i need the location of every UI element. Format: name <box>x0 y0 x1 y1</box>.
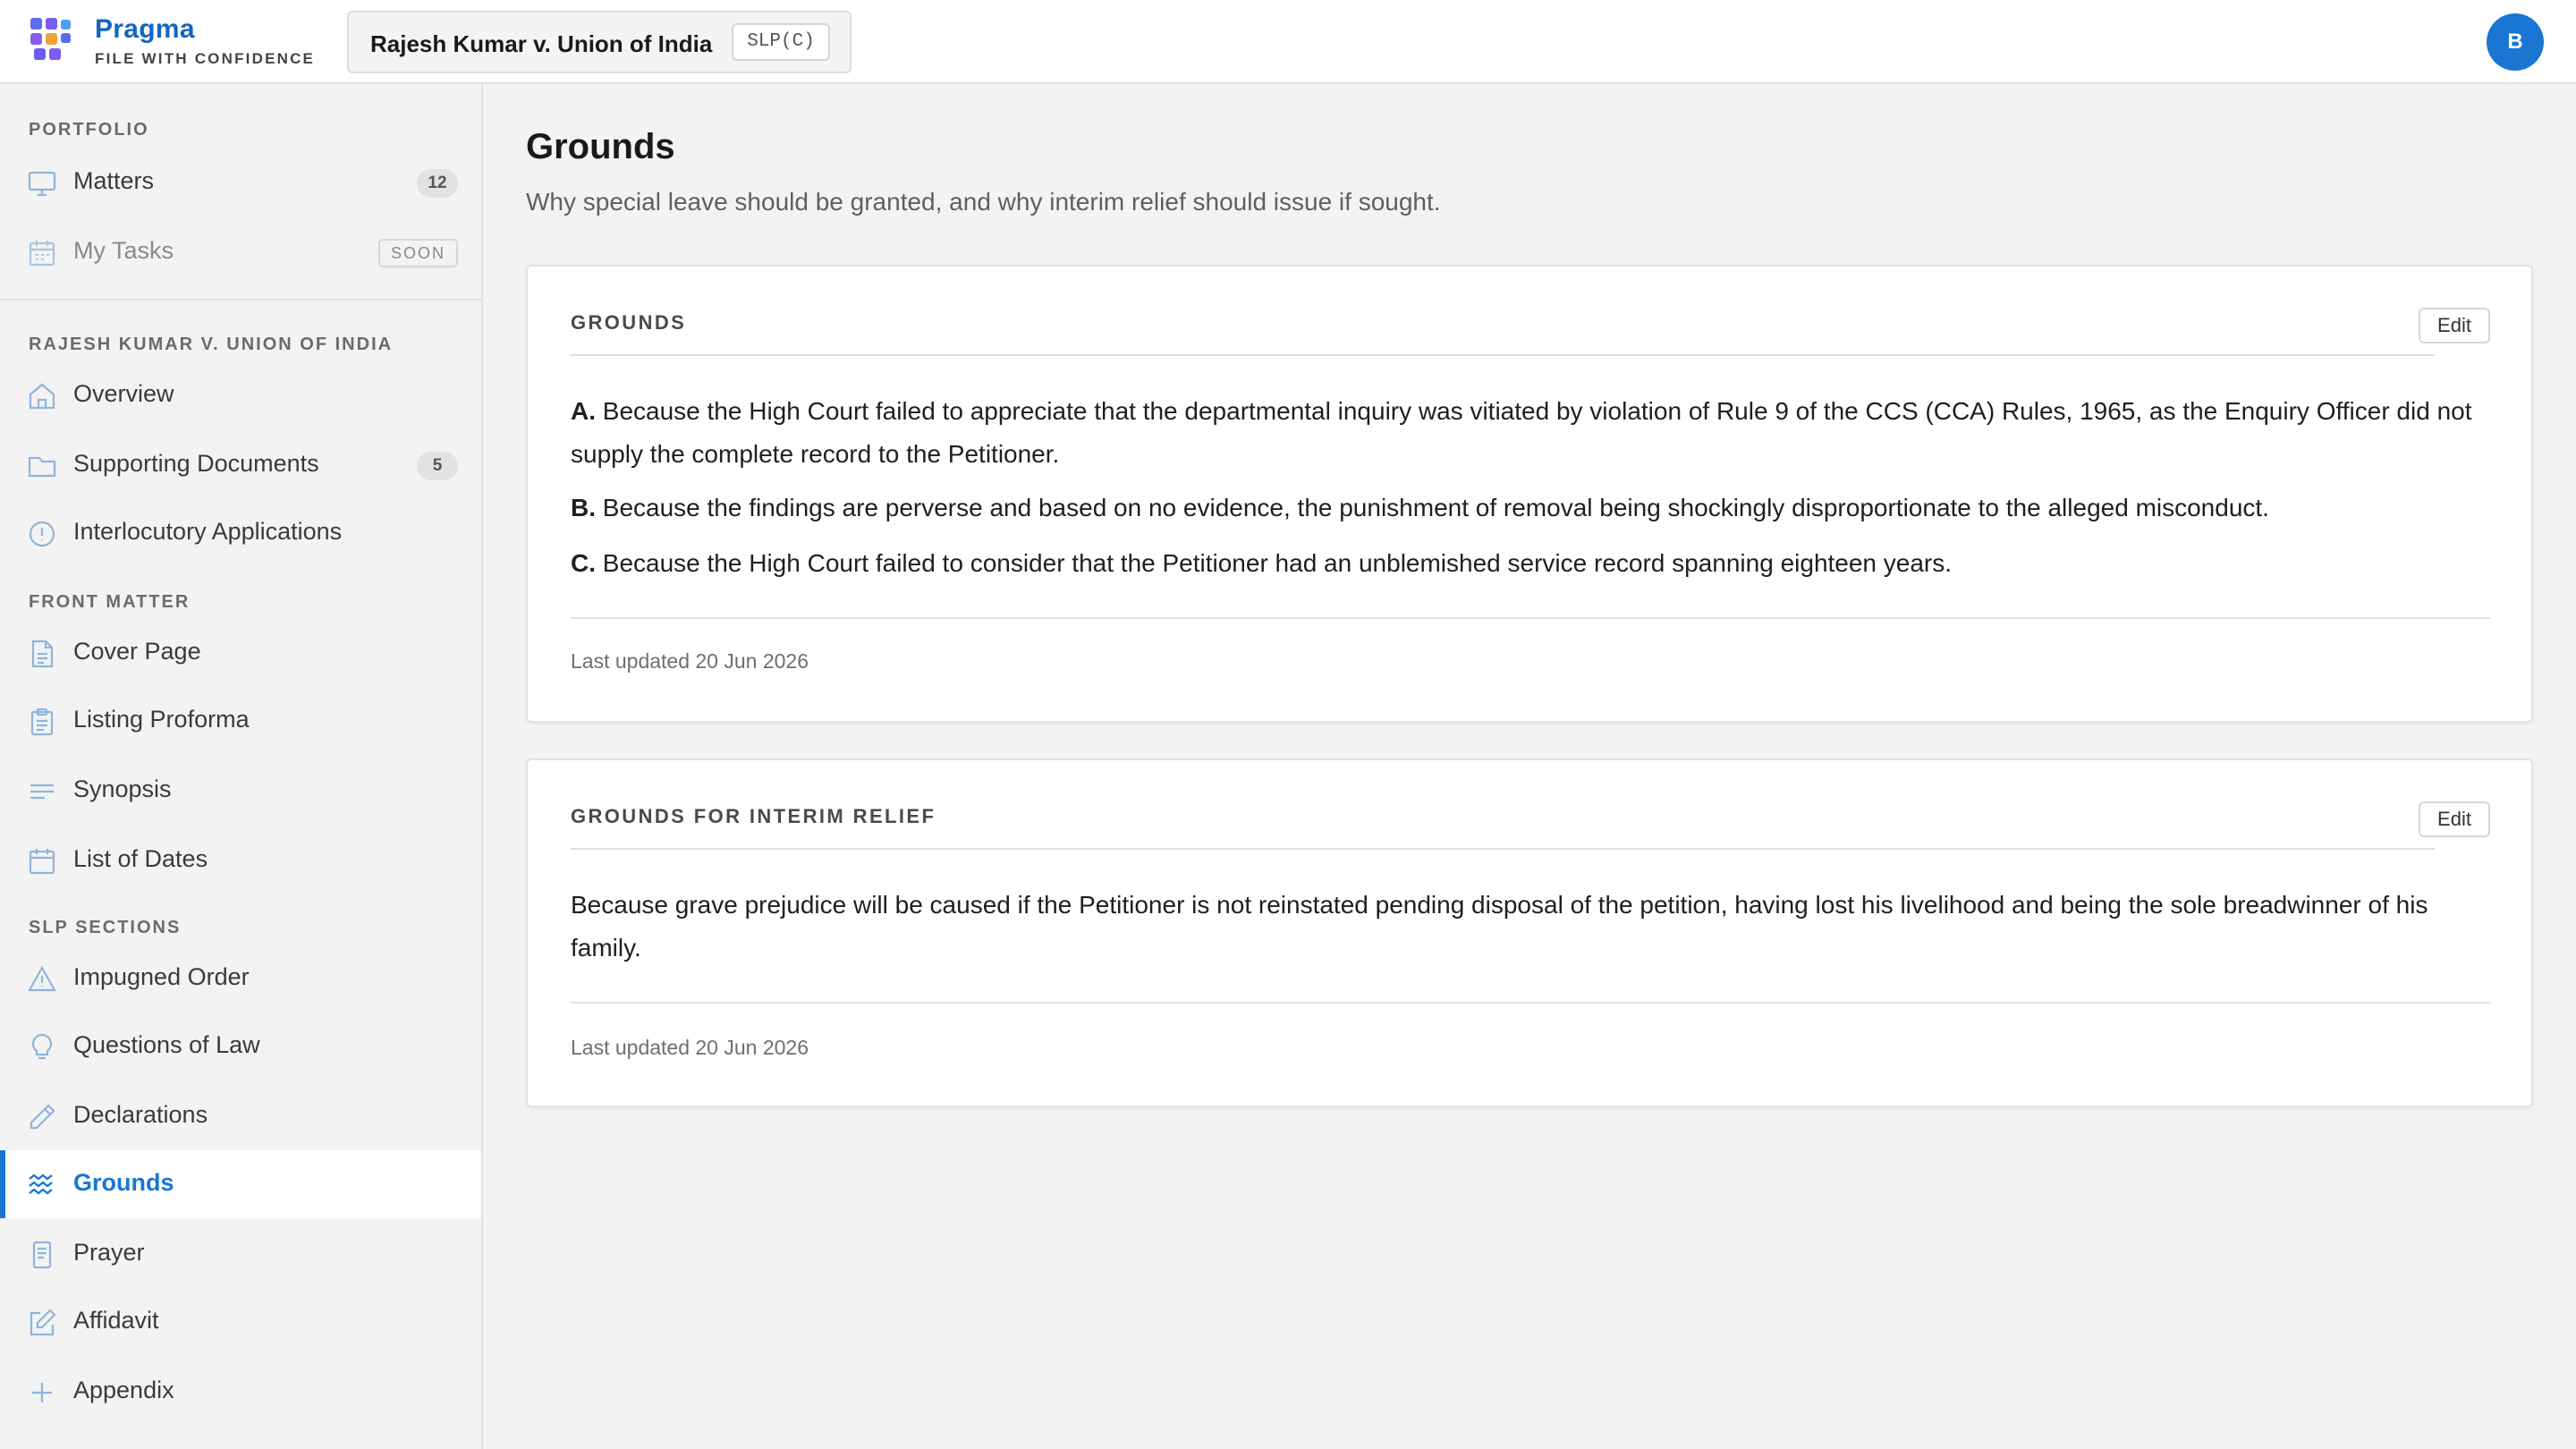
sidebar-item-label: Interlocutory Applications <box>73 518 343 545</box>
soon-badge: SOON <box>377 239 458 267</box>
sidebar-item-affidavit[interactable]: Affidavit <box>0 1288 481 1356</box>
lines-icon <box>30 784 54 800</box>
sidebar-item-label: Prayer <box>73 1239 145 1266</box>
ground-item-c: C. Because the High Court failed to cons… <box>571 542 2494 585</box>
sidebar-item-label: Overview <box>73 380 174 407</box>
brand-name: Pragma <box>95 14 195 44</box>
sidebar-item-label: Appendix <box>73 1377 174 1403</box>
pragma-logo-icon[interactable] <box>30 18 77 64</box>
interim-relief-card: GROUNDS FOR INTERIM RELIEF Edit Because … <box>526 758 2533 1107</box>
sidebar-item-overview[interactable]: Overview <box>0 361 481 429</box>
sidebar-item-my-tasks[interactable]: My Tasks SOON <box>0 218 481 286</box>
ground-letter: B. <box>571 494 596 521</box>
home-icon <box>29 383 55 410</box>
sidebar-item-label: Grounds <box>73 1169 174 1196</box>
pencil-icon <box>30 1104 55 1130</box>
matter-title: Rajesh Kumar v. Union of India <box>370 30 713 57</box>
section-label-front-matter: FRONT MATTER <box>29 592 191 612</box>
document-icon <box>31 640 54 668</box>
user-avatar[interactable]: B <box>2487 13 2544 71</box>
count-badge: 5 <box>417 452 458 480</box>
sidebar-item-declarations[interactable]: Declarations <box>0 1082 481 1150</box>
interim-relief-text: Because grave prejudice will be caused i… <box>571 891 2428 962</box>
matter-switcher[interactable]: Rajesh Kumar v. Union of India SLP(C) <box>347 11 852 73</box>
receipt-icon <box>32 1241 52 1269</box>
card-title: GROUNDS <box>571 311 687 334</box>
sidebar-item-cover-page[interactable]: Cover Page <box>0 619 481 687</box>
sidebar-item-appendix[interactable]: Appendix <box>0 1358 481 1426</box>
sidebar-item-label: Declarations <box>73 1101 208 1128</box>
plus-icon <box>32 1383 52 1402</box>
sidebar-item-grounds[interactable]: Grounds <box>0 1150 481 1218</box>
lightbulb-icon <box>31 1033 53 1060</box>
section-label-slp-sections: SLP SECTIONS <box>29 918 182 937</box>
sidebar-divider <box>0 299 481 301</box>
card-footer-divider <box>571 617 2490 619</box>
sidebar-item-label: Synopsis <box>73 775 172 802</box>
sidebar-item-label: Cover Page <box>73 638 201 665</box>
sidebar-item-interlocutory-applications[interactable]: Interlocutory Applications <box>0 499 481 567</box>
card-title: GROUNDS FOR INTERIM RELIEF <box>571 805 936 827</box>
sidebar-item-label: Impugned Order <box>73 963 250 990</box>
ground-letter: C. <box>571 549 596 577</box>
monitor-icon <box>28 171 56 197</box>
sidebar-item-label: Listing Proforma <box>73 706 250 733</box>
ground-letter: A. <box>571 397 596 425</box>
matter-type-badge: SLP(C) <box>732 23 830 61</box>
sidebar-item-label: Supporting Documents <box>73 450 319 477</box>
card-title-divider <box>571 848 2435 850</box>
sidebar-item-synopsis[interactable]: Synopsis <box>0 757 481 825</box>
section-label-matter: RAJESH KUMAR V. UNION OF INDIA <box>29 335 394 354</box>
page-subtitle: Why special leave should be granted, and… <box>526 188 1441 216</box>
sidebar-item-label: Affidavit <box>73 1307 159 1334</box>
ground-text: Because the High Court failed to appreci… <box>571 397 2472 468</box>
top-bar: Pragma FILE WITH CONFIDENCE Rajesh Kumar… <box>0 0 2576 84</box>
edit-interim-relief-button[interactable]: Edit <box>2419 801 2490 837</box>
card-footer-divider <box>571 1002 2490 1004</box>
sidebar-item-label: My Tasks <box>73 237 174 264</box>
waves-icon <box>29 1174 53 1195</box>
ground-text: Because the findings are perverse and ba… <box>602 494 2269 521</box>
sidebar-item-impugned-order[interactable]: Impugned Order <box>0 945 481 1013</box>
clipboard-icon <box>30 708 54 736</box>
grounds-card: GROUNDS Edit A. Because the High Court f… <box>526 265 2533 723</box>
sidebar: PORTFOLIO Matters 12 My Tasks SOON RAJES… <box>0 84 483 1449</box>
last-updated-text: Last updated 20 Jun 2026 <box>571 1036 809 1059</box>
sidebar-item-label: List of Dates <box>73 845 208 872</box>
sidebar-item-matters[interactable]: Matters 12 <box>0 148 481 216</box>
brand-tagline: FILE WITH CONFIDENCE <box>95 50 316 67</box>
folder-icon <box>28 456 56 478</box>
ground-item-b: B. Because the findings are perverse and… <box>571 487 2494 530</box>
sidebar-item-label: Matters <box>73 167 155 194</box>
count-badge: 12 <box>417 169 458 198</box>
edit-square-icon <box>30 1309 56 1336</box>
card-title-divider <box>571 354 2435 356</box>
page-title: Grounds <box>526 127 675 166</box>
sidebar-item-list-of-dates[interactable]: List of Dates <box>0 826 481 894</box>
alert-circle-icon <box>29 521 55 547</box>
ground-item-a: A. Because the High Court failed to appr… <box>571 390 2494 476</box>
warning-triangle-icon <box>28 965 56 992</box>
sidebar-item-supporting-documents[interactable]: Supporting Documents 5 <box>0 431 481 499</box>
sidebar-item-questions-of-law[interactable]: Questions of Law <box>0 1013 481 1080</box>
section-label-portfolio: PORTFOLIO <box>29 120 149 140</box>
ground-text: Because the High Court failed to conside… <box>602 549 1953 577</box>
edit-grounds-button[interactable]: Edit <box>2419 308 2490 343</box>
sidebar-item-label: Questions of Law <box>73 1031 260 1058</box>
last-updated-text: Last updated 20 Jun 2026 <box>571 649 809 673</box>
sidebar-item-listing-proforma[interactable]: Listing Proforma <box>0 687 481 755</box>
calendar-icon <box>29 849 55 875</box>
calendar-icon <box>29 241 55 267</box>
sidebar-item-prayer[interactable]: Prayer <box>0 1220 481 1288</box>
